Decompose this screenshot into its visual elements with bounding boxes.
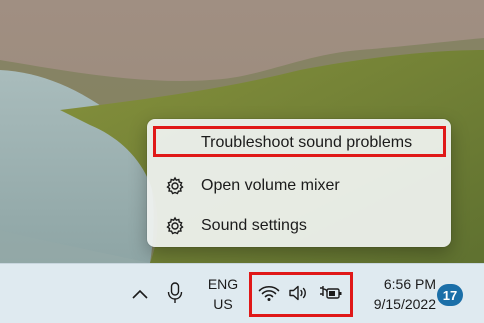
menu-item-label: Troubleshoot sound problems xyxy=(201,134,413,151)
language-code: ENG xyxy=(207,276,239,292)
sound-context-menu: Troubleshoot sound problems Open volume … xyxy=(147,119,451,247)
taskbar: ENG US 6:56 PM 9/15/2022 17 xyxy=(0,263,484,323)
menu-item-label: Sound settings xyxy=(201,217,307,234)
menu-item-open-volume-mixer[interactable]: Open volume mixer xyxy=(153,168,445,204)
microphone-button[interactable] xyxy=(163,281,187,309)
battery-button[interactable] xyxy=(318,284,344,306)
input-language-button[interactable]: ENG US xyxy=(200,274,246,314)
gear-icon xyxy=(165,216,185,236)
battery-charging-icon xyxy=(319,284,343,307)
region-code: US xyxy=(213,296,233,312)
menu-item-sound-settings[interactable]: Sound settings xyxy=(153,208,445,244)
volume-button[interactable] xyxy=(287,284,311,306)
clock-date: 9/15/2022 xyxy=(373,296,436,312)
speaker-icon xyxy=(288,284,310,307)
chevron-up-icon xyxy=(132,286,148,304)
show-hidden-icons-button[interactable] xyxy=(128,283,152,307)
menu-item-label: Open volume mixer xyxy=(201,177,340,194)
menu-item-troubleshoot-sound[interactable]: Troubleshoot sound problems xyxy=(153,125,445,161)
gear-icon xyxy=(165,176,185,196)
clock-button[interactable]: 6:56 PM 9/15/2022 xyxy=(356,274,436,314)
notification-count-badge[interactable]: 17 xyxy=(437,284,463,306)
wifi-button[interactable] xyxy=(257,284,281,306)
microphone-icon xyxy=(167,281,183,309)
clock-time: 6:56 PM xyxy=(383,276,436,292)
wifi-icon xyxy=(258,284,280,307)
